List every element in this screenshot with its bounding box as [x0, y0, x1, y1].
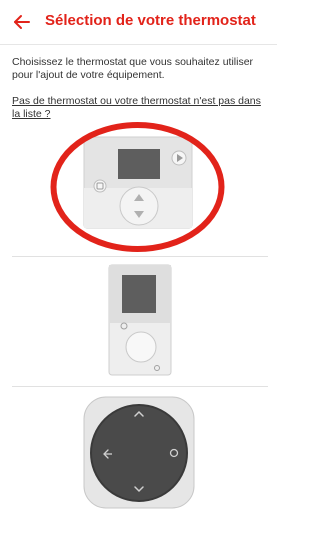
thermostat-option-vertical[interactable] — [0, 258, 277, 386]
divider — [12, 256, 268, 257]
app-bar: Sélection de votre thermostat — [0, 0, 277, 45]
no-thermostat-link[interactable]: Pas de thermostat ou votre thermostat n'… — [12, 95, 268, 121]
page-title: Sélection de votre thermostat — [45, 12, 256, 29]
back-button[interactable] — [10, 10, 34, 34]
divider — [12, 386, 268, 387]
thermostat-option-square[interactable] — [0, 122, 277, 256]
thermostat-option-round-dial[interactable] — [0, 388, 277, 518]
vertical-thermostat-icon — [108, 264, 172, 376]
intro-text: Choisissez le thermostat que vous souhai… — [12, 56, 254, 81]
square-thermostat-icon — [50, 122, 225, 252]
arrow-left-icon — [14, 15, 30, 29]
round-dial-thermostat-icon — [83, 396, 195, 509]
